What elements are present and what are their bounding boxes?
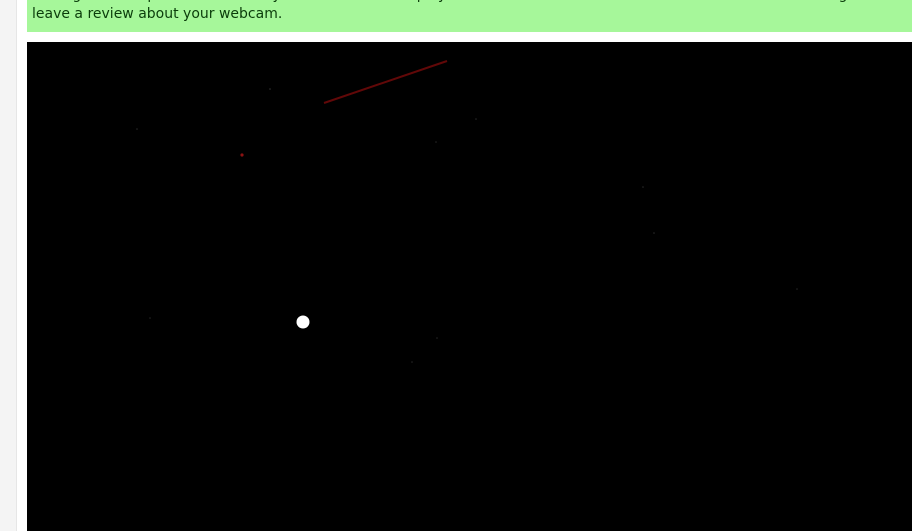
success-message-text: Testing was completed successfully. The … xyxy=(32,0,880,22)
noise-dot xyxy=(435,141,437,143)
light-streak xyxy=(323,60,448,104)
noise-dot xyxy=(149,317,151,319)
webcam-video-feed[interactable] xyxy=(27,42,912,531)
noise-dot xyxy=(269,88,271,90)
success-message-banner: Testing was completed successfully. The … xyxy=(27,0,912,32)
noise-dot xyxy=(642,186,644,188)
webcam-test-page: Testing was completed successfully. The … xyxy=(0,0,917,531)
noise-dot xyxy=(796,288,798,290)
noise-dot xyxy=(411,361,413,363)
noise-dot xyxy=(436,337,438,339)
red-speck xyxy=(240,153,244,157)
webcam-frame xyxy=(136,60,798,363)
left-gutter xyxy=(0,0,17,531)
noise-dot xyxy=(136,128,138,130)
noise-dot xyxy=(653,232,655,234)
light-spot xyxy=(296,315,310,329)
noise-dot xyxy=(475,118,477,120)
